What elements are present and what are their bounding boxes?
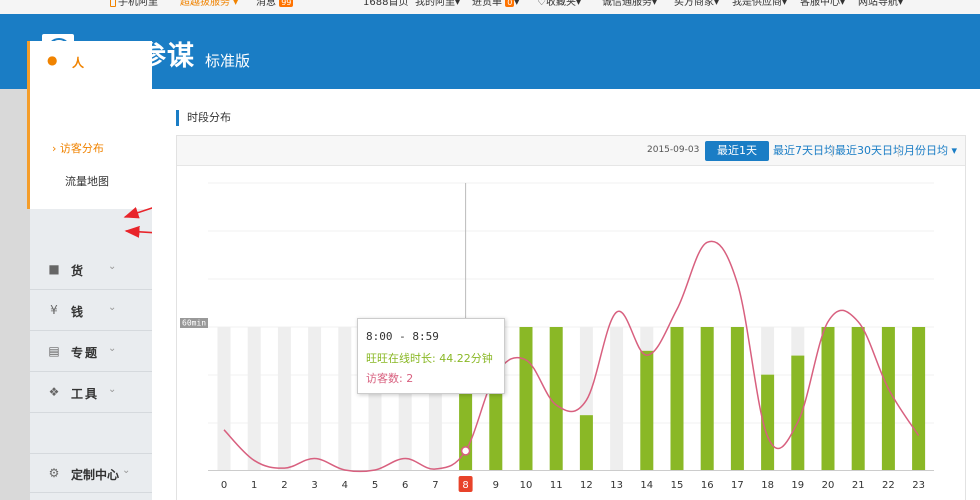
trust-service-menu[interactable]: 诚信通服务▾ bbox=[602, 0, 657, 10]
my-alibaba-menu[interactable]: 我的阿里▾ bbox=[415, 0, 460, 10]
bar bbox=[670, 327, 684, 470]
bar-background bbox=[277, 327, 291, 470]
tooltip-time: 8:00 - 8:59 bbox=[366, 330, 439, 343]
sidebar-strip bbox=[0, 89, 30, 500]
bar-background bbox=[610, 327, 624, 470]
x-tick-label: 20 bbox=[822, 480, 835, 491]
x-tick-label: 19 bbox=[791, 480, 804, 491]
x-tick-label: 13 bbox=[610, 480, 623, 491]
chevron-down-icon: ⌄ bbox=[122, 465, 131, 476]
bar bbox=[549, 327, 563, 470]
app-edition: 标准版 bbox=[205, 52, 251, 70]
visitors-line bbox=[223, 240, 920, 473]
bar bbox=[519, 327, 533, 470]
x-tick-label: 22 bbox=[882, 480, 895, 491]
chevron-down-icon: ⌄ bbox=[108, 302, 117, 313]
x-tick-label: 4 bbox=[342, 480, 348, 491]
tab-last-1-day[interactable]: 最近1天 bbox=[705, 141, 769, 161]
bar bbox=[640, 350, 654, 470]
x-tick-label: 8 bbox=[462, 480, 468, 491]
bar-background bbox=[308, 327, 322, 470]
x-tick-label: 11 bbox=[550, 480, 563, 491]
tooltip-online-duration: 旺旺在线时长: 44.22分钟 bbox=[366, 352, 493, 365]
purchase-list-menu[interactable]: 进货单 0 ▾ bbox=[472, 0, 519, 10]
x-tick-label: 15 bbox=[671, 480, 684, 491]
x-tick-label: 12 bbox=[580, 480, 593, 491]
gear-icon: ⚙ bbox=[48, 466, 60, 480]
top-utility-bar: 手机阿里 超越拔服务 ▾ 消息 99 1688首页 我的阿里▾ 进货单 0 ▾ ♡… bbox=[0, 0, 980, 14]
supplier-menu[interactable]: 我是供应商▾ bbox=[732, 0, 787, 10]
caret-down-icon: ▾ bbox=[951, 144, 958, 157]
messages-link[interactable]: 消息 99 bbox=[256, 0, 294, 10]
sidebar-item-tools[interactable]: ❖ 工具 ⌄ bbox=[30, 373, 152, 413]
person-icon: ● bbox=[47, 53, 58, 67]
buyer-menu[interactable]: 买方商家▾ bbox=[674, 0, 719, 10]
bar bbox=[700, 327, 714, 470]
heart-icon: ♡ bbox=[537, 0, 546, 8]
x-tick-label: 17 bbox=[731, 480, 744, 491]
sidebar-item-money[interactable]: ¥ 钱 ⌄ bbox=[30, 291, 152, 331]
time-distribution-chart: 60min0 1 2 3 4 5 6 7 8 9 10 11 12 13 14 15 16 17 18 19 20 21 2… bbox=[180, 182, 934, 492]
mobile-alibaba-link[interactable]: 手机阿里 bbox=[110, 0, 158, 10]
x-tick-label: 7 bbox=[432, 480, 438, 491]
bar bbox=[821, 327, 835, 470]
x-tick-label: 2 bbox=[281, 480, 287, 491]
sidebar-item-people[interactable]: ● 人 › 访客分布 流量地图 bbox=[27, 41, 152, 209]
chevron-down-icon: ⌄ bbox=[108, 261, 117, 272]
x-tick-label: 21 bbox=[852, 480, 865, 491]
tab-separator bbox=[832, 145, 833, 157]
tab-30-day-avg[interactable]: 最近30天日均 bbox=[835, 141, 904, 161]
chart-toolbar: 2015-09-03 最近1天 最近7天日均 最近30天日均 月份日均 ▾ bbox=[177, 136, 965, 166]
chevron-down-icon: ⌄ bbox=[108, 343, 117, 354]
phone-icon bbox=[110, 0, 116, 7]
x-tick-label: 6 bbox=[402, 480, 408, 491]
bar-background bbox=[217, 327, 231, 470]
sidebar-item-topics[interactable]: ▤ 专题 ⌄ bbox=[30, 332, 152, 372]
bar bbox=[730, 327, 744, 470]
x-tick-label: 3 bbox=[311, 480, 317, 491]
x-tick-label: 16 bbox=[701, 480, 714, 491]
wrench-icon: ❖ bbox=[48, 385, 60, 399]
tooltip-visitors: 访客数: 2 bbox=[366, 372, 414, 385]
purchase-badge: 0 bbox=[505, 0, 515, 7]
site-nav-menu[interactable]: 网站导航▾ bbox=[858, 0, 903, 10]
messages-badge: 99 bbox=[279, 0, 294, 7]
y-axis-label: 60min bbox=[182, 319, 206, 328]
x-tick-label: 0 bbox=[221, 480, 227, 491]
chart-tooltip: 8:00 - 8:59 旺旺在线时长: 44.22分钟 访客数: 2 bbox=[357, 318, 505, 394]
chevron-right-icon: › bbox=[52, 142, 60, 155]
chevron-down-icon: ⌄ bbox=[108, 384, 117, 395]
bar bbox=[912, 327, 926, 470]
section-title: 时段分布 bbox=[176, 110, 231, 126]
tab-7-day-avg[interactable]: 最近7天日均 bbox=[773, 141, 835, 161]
home1688-link[interactable]: 1688首页 bbox=[363, 0, 408, 10]
sidebar-item-custom-center[interactable]: ⚙ 定制中心 ⌄ bbox=[30, 453, 152, 493]
yen-icon: ¥ bbox=[50, 303, 58, 317]
bar bbox=[851, 327, 865, 470]
x-tick-label: 1 bbox=[251, 480, 257, 491]
customer-service-menu[interactable]: 客服中心▾ bbox=[800, 0, 845, 10]
document-icon: ▤ bbox=[48, 344, 60, 358]
x-tick-label: 9 bbox=[493, 480, 499, 491]
sidebar-item-goods[interactable]: ■ 货 ⌄ bbox=[30, 250, 152, 290]
service-link[interactable]: 超越拔服务 ▾ bbox=[180, 0, 238, 10]
bar-background bbox=[247, 327, 261, 470]
x-tick-label: 10 bbox=[520, 480, 533, 491]
sidebar-sub-visitor-distribution[interactable]: › 访客分布 bbox=[52, 140, 104, 156]
x-tick-label: 5 bbox=[372, 480, 378, 491]
bar bbox=[881, 327, 895, 470]
x-tick-label: 18 bbox=[761, 480, 774, 491]
tab-separator bbox=[898, 145, 899, 157]
date-label: 2015-09-03 bbox=[647, 145, 700, 155]
x-tick-label: 14 bbox=[640, 480, 653, 491]
x-tick-label: 23 bbox=[912, 480, 925, 491]
bar bbox=[579, 415, 593, 470]
favorites-menu[interactable]: ♡收藏夹▾ bbox=[537, 0, 581, 10]
bag-icon: ■ bbox=[48, 262, 60, 276]
bar-background bbox=[338, 327, 352, 470]
highlight-point bbox=[460, 446, 471, 456]
tab-monthly-avg[interactable]: 月份日均 ▾ bbox=[904, 141, 957, 161]
